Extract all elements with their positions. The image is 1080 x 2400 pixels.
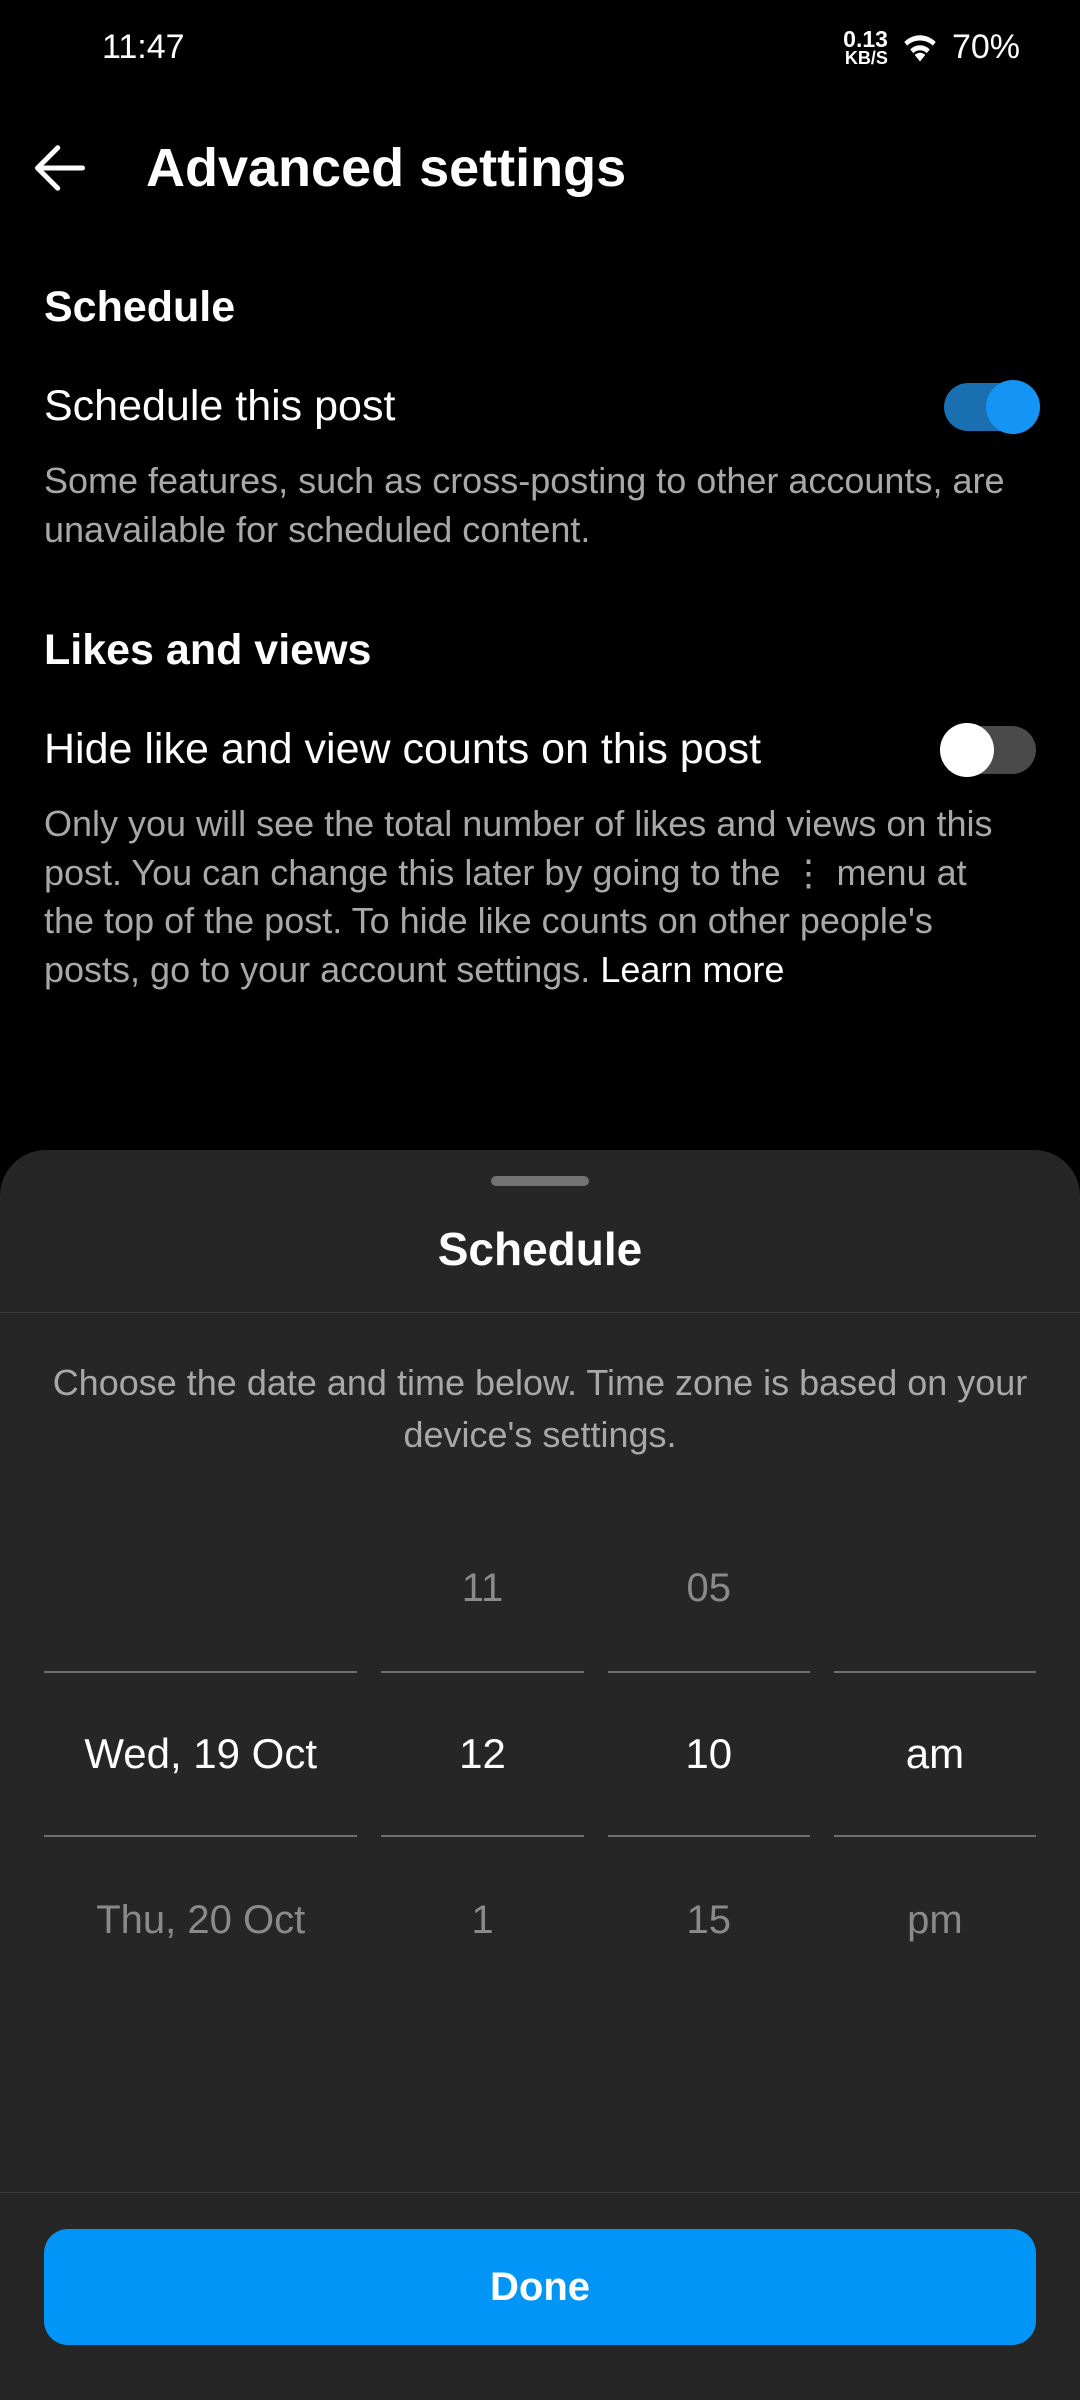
hour-prev[interactable]: 11 — [381, 1505, 583, 1671]
learn-more-link[interactable]: Learn more — [600, 949, 784, 990]
hour-selected[interactable]: 12 — [381, 1671, 583, 1837]
sheet-title: Schedule — [0, 1222, 1080, 1276]
status-time: 11:47 — [60, 28, 185, 67]
minute-column[interactable]: 05 10 15 — [608, 1505, 810, 2003]
header: Advanced settings — [0, 87, 1080, 239]
hide-likes-description: Only you will see the total number of li… — [44, 800, 1036, 994]
sheet-description: Choose the date and time below. Time zon… — [0, 1313, 1080, 1491]
schedule-toggle[interactable] — [944, 383, 1036, 431]
hide-likes-toggle-label: Hide like and view counts on this post — [44, 725, 761, 774]
ampm-next[interactable]: pm — [834, 1837, 1036, 2003]
date-column[interactable]: Wed, 19 Oct Thu, 20 Oct — [44, 1505, 357, 2003]
date-next[interactable]: Thu, 20 Oct — [44, 1837, 357, 2003]
back-arrow-icon[interactable] — [30, 138, 90, 198]
drag-handle[interactable] — [491, 1176, 589, 1186]
likes-section-title: Likes and views — [44, 626, 1036, 675]
minute-next[interactable]: 15 — [608, 1837, 810, 2003]
done-button[interactable]: Done — [44, 2229, 1036, 2345]
schedule-section-title: Schedule — [44, 283, 1036, 332]
ampm-column[interactable]: am pm — [834, 1505, 1036, 2003]
battery-percent: 70% — [952, 28, 1020, 67]
minute-selected[interactable]: 10 — [608, 1671, 810, 1837]
ampm-prev[interactable] — [834, 1505, 1036, 1671]
date-selected[interactable]: Wed, 19 Oct — [44, 1671, 357, 1837]
datetime-picker[interactable]: Wed, 19 Oct Thu, 20 Oct 11 12 1 05 10 15… — [0, 1491, 1080, 2003]
status-bar: 11:47 0.13 KB/S 70% — [0, 0, 1080, 87]
minute-prev[interactable]: 05 — [608, 1505, 810, 1671]
wifi-icon — [902, 34, 938, 62]
hide-likes-toggle[interactable] — [944, 726, 1036, 774]
schedule-toggle-label: Schedule this post — [44, 382, 395, 431]
page-title: Advanced settings — [146, 137, 626, 199]
date-prev[interactable] — [44, 1505, 357, 1671]
schedule-sheet: Schedule Choose the date and time below.… — [0, 1150, 1080, 2400]
hour-next[interactable]: 1 — [381, 1837, 583, 2003]
schedule-description: Some features, such as cross-posting to … — [44, 457, 1036, 554]
network-speed: 0.13 KB/S — [843, 29, 888, 66]
hour-column[interactable]: 11 12 1 — [381, 1505, 583, 2003]
ampm-selected[interactable]: am — [834, 1671, 1036, 1837]
